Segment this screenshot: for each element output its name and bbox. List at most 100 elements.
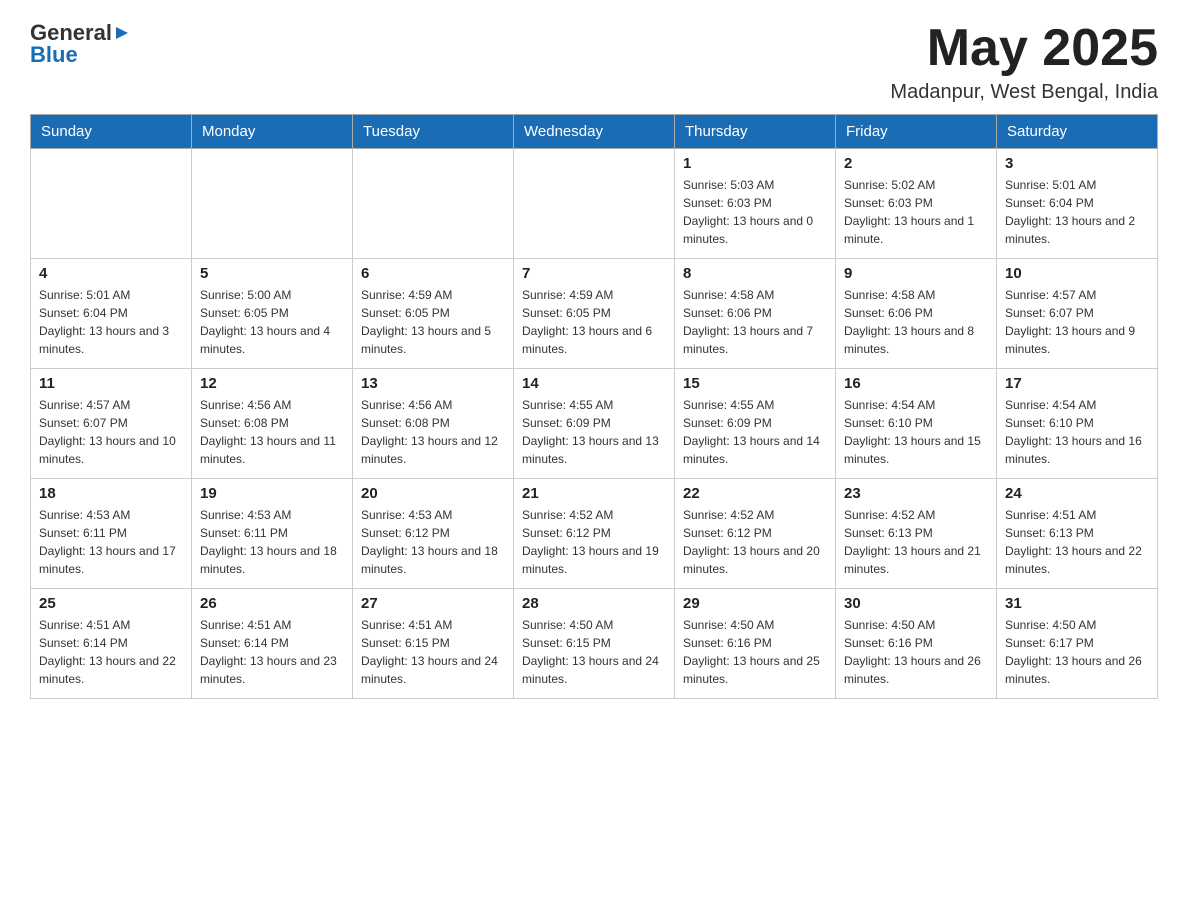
day-info: Sunrise: 4:56 AM Sunset: 6:08 PM Dayligh… [200, 396, 344, 468]
calendar-day-cell: 3Sunrise: 5:01 AM Sunset: 6:04 PM Daylig… [997, 149, 1158, 259]
calendar-day-cell: 7 Sunrise: 4:59 AM Sunset: 6:05 PM Daylig… [514, 259, 675, 369]
day-number: 16 [844, 375, 988, 392]
day-info: Sunrise: 4:50 AM Sunset: 6:15 PM Dayligh… [522, 616, 666, 688]
calendar-day-cell: 6 Sunrise: 4:59 AM Sunset: 6:05 PM Daylig… [353, 259, 514, 369]
day-number: 5 [200, 265, 344, 282]
day-number: 27 [361, 595, 505, 612]
calendar-day-cell: 23 Sunrise: 4:52 AM Sunset: 6:13 PM Dayli… [836, 479, 997, 589]
day-info: Sunrise: 4:55 AM Sunset: 6:09 PM Dayligh… [683, 396, 827, 468]
day-number: 2 [844, 155, 988, 172]
day-info: Sunrise: 4:50 AM Sunset: 6:16 PM Dayligh… [683, 616, 827, 688]
day-info: Sunrise: 4:53 AM Sunset: 6:11 PM Dayligh… [39, 506, 183, 578]
day-number: 4 [39, 265, 183, 282]
calendar-day-cell: 19 Sunrise: 4:53 AM Sunset: 6:11 PM Dayli… [192, 479, 353, 589]
day-info: Sunrise: 5:03 AM Sunset: 6:03 PM Dayligh… [683, 176, 827, 248]
day-info: Sunrise: 5:01 AM Sunset: 6:04 PM Dayligh… [39, 286, 183, 358]
day-number: 8 [683, 265, 827, 282]
calendar-week-row: 4 Sunrise: 5:01 AM Sunset: 6:04 PM Daylig… [31, 259, 1158, 369]
day-number: 10 [1005, 265, 1149, 282]
day-info: Sunrise: 4:56 AM Sunset: 6:08 PM Dayligh… [361, 396, 505, 468]
day-number: 7 [522, 265, 666, 282]
day-info: Sunrise: 4:54 AM Sunset: 6:10 PM Dayligh… [844, 396, 988, 468]
calendar-day-cell: 10 Sunrise: 4:57 AM Sunset: 6:07 PM Dayli… [997, 259, 1158, 369]
calendar-day-cell: 30 Sunrise: 4:50 AM Sunset: 6:16 PM Dayli… [836, 589, 997, 699]
day-number: 15 [683, 375, 827, 392]
day-number: 28 [522, 595, 666, 612]
day-info: Sunrise: 4:51 AM Sunset: 6:14 PM Dayligh… [39, 616, 183, 688]
calendar-day-cell [31, 149, 192, 259]
day-number: 23 [844, 485, 988, 502]
calendar-day-cell: 13 Sunrise: 4:56 AM Sunset: 6:08 PM Dayli… [353, 369, 514, 479]
month-title: May 2025 [890, 20, 1158, 77]
calendar-day-cell: 21Sunrise: 4:52 AM Sunset: 6:12 PM Dayli… [514, 479, 675, 589]
day-number: 19 [200, 485, 344, 502]
calendar-day-cell: 29Sunrise: 4:50 AM Sunset: 6:16 PM Dayli… [675, 589, 836, 699]
calendar-day-cell: 9Sunrise: 4:58 AM Sunset: 6:06 PM Daylig… [836, 259, 997, 369]
logo: General Blue [30, 20, 130, 68]
calendar-day-cell: 8 Sunrise: 4:58 AM Sunset: 6:06 PM Daylig… [675, 259, 836, 369]
logo-triangle-icon [114, 25, 130, 41]
day-number: 14 [522, 375, 666, 392]
day-number: 1 [683, 155, 827, 172]
location-title: Madanpur, West Bengal, India [890, 81, 1158, 104]
calendar-day-cell: 11 Sunrise: 4:57 AM Sunset: 6:07 PM Dayli… [31, 369, 192, 479]
calendar-day-cell: 1 Sunrise: 5:03 AM Sunset: 6:03 PM Daylig… [675, 149, 836, 259]
day-info: Sunrise: 4:53 AM Sunset: 6:11 PM Dayligh… [200, 506, 344, 578]
calendar-day-cell: 17 Sunrise: 4:54 AM Sunset: 6:10 PM Dayli… [997, 369, 1158, 479]
day-number: 20 [361, 485, 505, 502]
calendar-day-cell: 14Sunrise: 4:55 AM Sunset: 6:09 PM Dayli… [514, 369, 675, 479]
calendar-day-cell: 26Sunrise: 4:51 AM Sunset: 6:14 PM Dayli… [192, 589, 353, 699]
calendar-day-header: Saturday [997, 115, 1158, 149]
calendar-day-cell: 22 Sunrise: 4:52 AM Sunset: 6:12 PM Dayli… [675, 479, 836, 589]
day-number: 13 [361, 375, 505, 392]
day-number: 3 [1005, 155, 1149, 172]
day-info: Sunrise: 4:59 AM Sunset: 6:05 PM Dayligh… [361, 286, 505, 358]
day-number: 9 [844, 265, 988, 282]
calendar-day-cell: 24 Sunrise: 4:51 AM Sunset: 6:13 PM Dayli… [997, 479, 1158, 589]
day-info: Sunrise: 4:52 AM Sunset: 6:12 PM Dayligh… [522, 506, 666, 578]
day-info: Sunrise: 4:57 AM Sunset: 6:07 PM Dayligh… [1005, 286, 1149, 358]
calendar-day-cell: 16 Sunrise: 4:54 AM Sunset: 6:10 PM Dayli… [836, 369, 997, 479]
day-number: 31 [1005, 595, 1149, 612]
calendar-day-cell: 20Sunrise: 4:53 AM Sunset: 6:12 PM Dayli… [353, 479, 514, 589]
day-info: Sunrise: 4:50 AM Sunset: 6:16 PM Dayligh… [844, 616, 988, 688]
calendar-week-row: 11 Sunrise: 4:57 AM Sunset: 6:07 PM Dayli… [31, 369, 1158, 479]
day-info: Sunrise: 4:51 AM Sunset: 6:14 PM Dayligh… [200, 616, 344, 688]
day-number: 22 [683, 485, 827, 502]
day-info: Sunrise: 4:52 AM Sunset: 6:12 PM Dayligh… [683, 506, 827, 578]
calendar-day-header: Sunday [31, 115, 192, 149]
calendar-day-cell: 15 Sunrise: 4:55 AM Sunset: 6:09 PM Dayli… [675, 369, 836, 479]
calendar-day-header: Tuesday [353, 115, 514, 149]
day-info: Sunrise: 4:51 AM Sunset: 6:15 PM Dayligh… [361, 616, 505, 688]
title-block: May 2025 Madanpur, West Bengal, India [890, 20, 1158, 104]
calendar-header-row: SundayMondayTuesdayWednesdayThursdayFrid… [31, 115, 1158, 149]
calendar-week-row: 25Sunrise: 4:51 AM Sunset: 6:14 PM Dayli… [31, 589, 1158, 699]
calendar-table: SundayMondayTuesdayWednesdayThursdayFrid… [30, 114, 1158, 699]
calendar-day-cell: 4 Sunrise: 5:01 AM Sunset: 6:04 PM Daylig… [31, 259, 192, 369]
calendar-day-cell [514, 149, 675, 259]
day-number: 30 [844, 595, 988, 612]
day-info: Sunrise: 4:50 AM Sunset: 6:17 PM Dayligh… [1005, 616, 1149, 688]
calendar-day-cell: 2 Sunrise: 5:02 AM Sunset: 6:03 PM Daylig… [836, 149, 997, 259]
day-info: Sunrise: 4:51 AM Sunset: 6:13 PM Dayligh… [1005, 506, 1149, 578]
calendar-day-cell: 25Sunrise: 4:51 AM Sunset: 6:14 PM Dayli… [31, 589, 192, 699]
calendar-week-row: 18Sunrise: 4:53 AM Sunset: 6:11 PM Dayli… [31, 479, 1158, 589]
calendar-day-header: Friday [836, 115, 997, 149]
day-info: Sunrise: 5:00 AM Sunset: 6:05 PM Dayligh… [200, 286, 344, 358]
day-info: Sunrise: 4:57 AM Sunset: 6:07 PM Dayligh… [39, 396, 183, 468]
day-number: 12 [200, 375, 344, 392]
day-number: 11 [39, 375, 183, 392]
calendar-day-cell: 31 Sunrise: 4:50 AM Sunset: 6:17 PM Dayli… [997, 589, 1158, 699]
day-info: Sunrise: 4:52 AM Sunset: 6:13 PM Dayligh… [844, 506, 988, 578]
calendar-day-cell: 28 Sunrise: 4:50 AM Sunset: 6:15 PM Dayli… [514, 589, 675, 699]
day-info: Sunrise: 4:59 AM Sunset: 6:05 PM Dayligh… [522, 286, 666, 358]
day-number: 17 [1005, 375, 1149, 392]
calendar-day-header: Monday [192, 115, 353, 149]
day-info: Sunrise: 4:54 AM Sunset: 6:10 PM Dayligh… [1005, 396, 1149, 468]
day-number: 24 [1005, 485, 1149, 502]
day-number: 6 [361, 265, 505, 282]
day-info: Sunrise: 5:02 AM Sunset: 6:03 PM Dayligh… [844, 176, 988, 248]
day-info: Sunrise: 4:58 AM Sunset: 6:06 PM Dayligh… [683, 286, 827, 358]
calendar-day-cell: 5 Sunrise: 5:00 AM Sunset: 6:05 PM Daylig… [192, 259, 353, 369]
calendar-day-cell: 27 Sunrise: 4:51 AM Sunset: 6:15 PM Dayli… [353, 589, 514, 699]
